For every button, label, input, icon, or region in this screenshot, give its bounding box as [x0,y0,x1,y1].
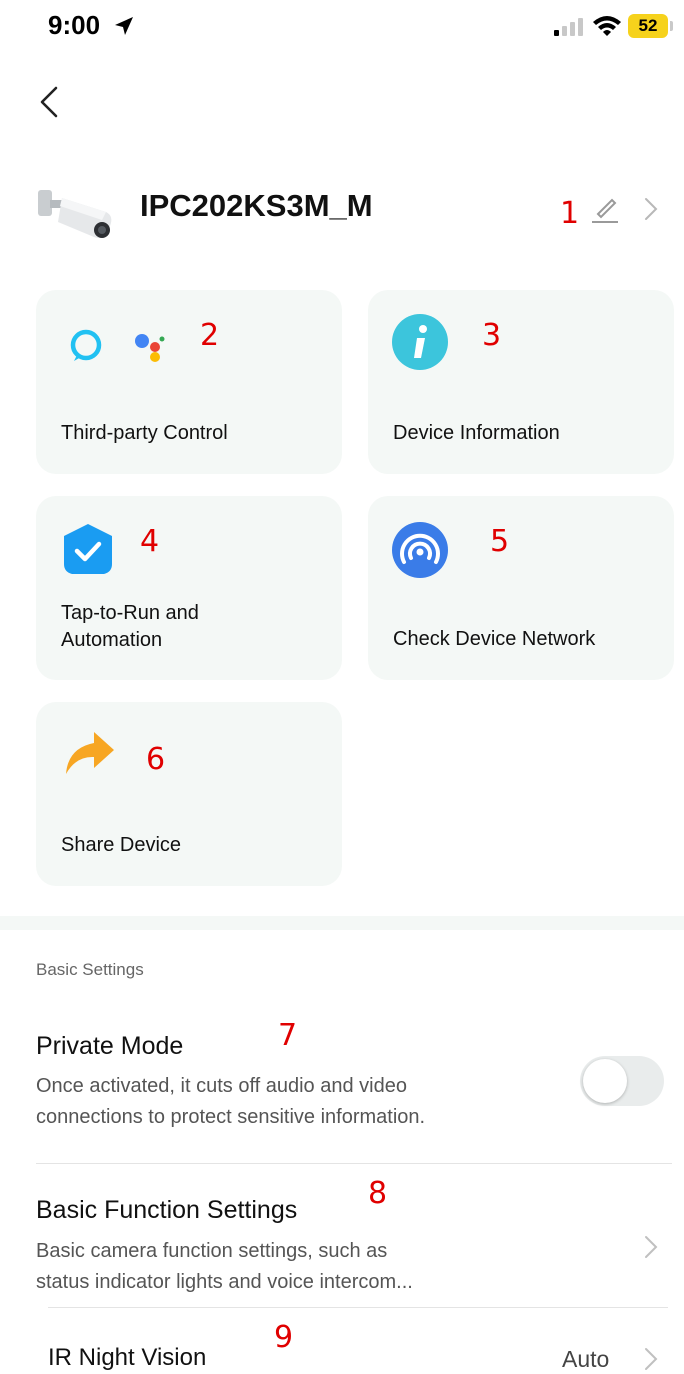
annotation-label: 1 [560,196,580,231]
section-title-basic-settings: Basic Settings [36,960,144,979]
chevron-right-icon [645,1236,658,1258]
info-icon [392,314,448,370]
alexa-google-assistant-icon [70,329,165,362]
private-mode-description: Once activated, it cuts off audio and vi… [36,1075,426,1128]
card-check-device-network[interactable]: Check Device Network [368,496,674,680]
status-bar: 9:00 52 [0,0,684,60]
network-signal-icon [392,522,448,578]
annotation-label: 3 [482,318,502,353]
pencil-edit-icon[interactable] [588,194,620,224]
annotation-label: 2 [200,318,220,353]
ir-night-vision-title: IR Night Vision [48,1344,207,1371]
ir-night-vision-row[interactable]: IR Night Vision Auto [0,1308,684,1374]
camera-device-icon [38,190,112,238]
ir-night-vision-value: Auto [562,1346,610,1372]
annotation-label: 6 [146,742,166,777]
back-button[interactable] [34,84,66,120]
annotation-label: 4 [140,524,160,559]
automation-check-icon [64,524,112,574]
wifi-icon [593,16,621,36]
device-header[interactable]: IPC202KS3M_M [0,170,684,250]
basic-function-settings-title: Basic Function Settings [36,1196,298,1224]
card-device-information[interactable]: Device Information [368,290,674,474]
card-label: Check Device Network [393,628,596,650]
toggle-knob [583,1059,627,1103]
section-divider [0,916,684,930]
card-label: Tap-to-Run and Automation [61,602,199,651]
location-arrow-icon [115,17,133,35]
basic-function-settings-row[interactable]: Basic Function Settings Basic camera fun… [0,1164,684,1306]
card-label: Share Device [61,834,182,856]
card-tap-to-run-automation[interactable]: Tap-to-Run and Automation [36,496,342,680]
card-share-device[interactable]: Share Device [36,702,342,886]
cellular-signal-icon [554,18,583,36]
chevron-right-icon[interactable] [642,194,660,224]
annotation-label: 9 [274,1320,294,1355]
annotation-label: 7 [278,1018,298,1053]
share-arrow-icon [66,732,114,774]
status-time: 9:00 [48,10,101,40]
card-third-party-control[interactable]: Third-party Control [36,290,342,474]
battery-tip [670,21,673,31]
annotation-label: 8 [368,1176,388,1211]
private-mode-toggle[interactable] [580,1056,664,1106]
annotation-label: 5 [490,524,510,559]
card-label: Third-party Control [61,422,228,444]
private-mode-title: Private Mode [36,1032,184,1060]
device-name: IPC202KS3M_M [140,188,373,223]
battery-icon: 52 [628,14,668,38]
basic-function-settings-description: Basic camera function settings, such as … [36,1240,413,1293]
card-label: Device Information [393,422,560,444]
chevron-right-icon [645,1348,658,1370]
